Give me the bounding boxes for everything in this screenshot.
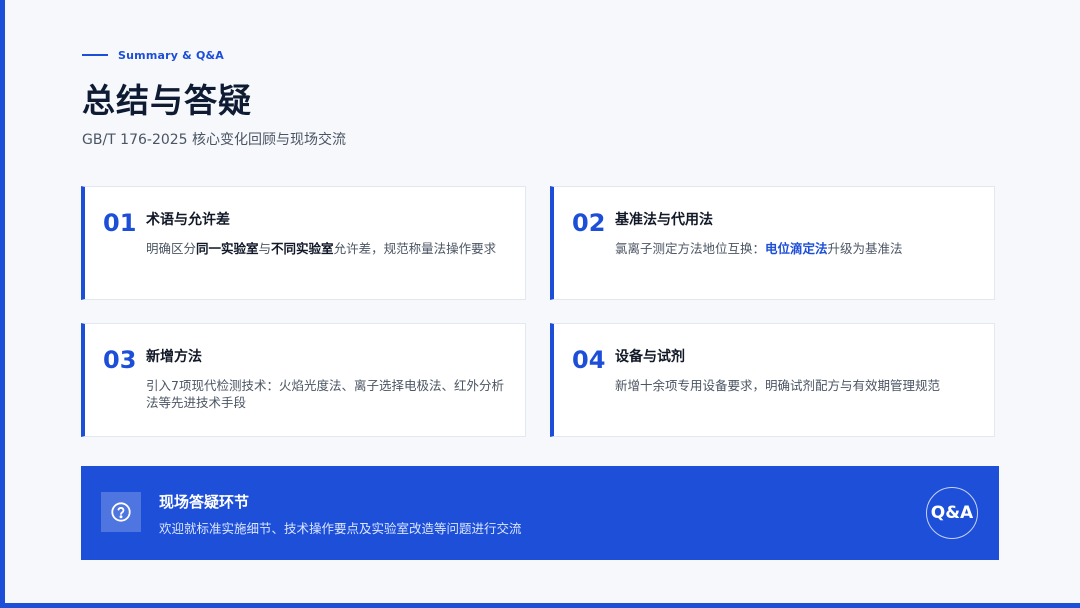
desc-emphasis: 不同实验室 bbox=[271, 241, 334, 256]
left-accent-bar bbox=[0, 0, 5, 608]
question-circle-icon bbox=[101, 492, 141, 532]
card-title: 术语与允许差 bbox=[146, 212, 230, 228]
card-title: 基准法与代用法 bbox=[615, 212, 713, 228]
summary-card-02: 02 基准法与代用法 氯离子测定方法地位互换：电位滴定法升级为基准法 bbox=[550, 186, 995, 300]
desc-emphasis: 同一实验室 bbox=[196, 241, 259, 256]
bottom-accent-bar bbox=[0, 603, 1080, 608]
card-number: 04 bbox=[572, 346, 606, 374]
desc-text: 氯离子测定方法地位互换： bbox=[615, 241, 766, 256]
qa-description: 欢迎就标准实施细节、技术操作要点及实验室改造等问题进行交流 bbox=[159, 521, 522, 536]
page-subtitle: GB/T 176-2025 核心变化回顾与现场交流 bbox=[82, 132, 347, 148]
desc-text: 与 bbox=[258, 241, 272, 256]
desc-text: 明确区分 bbox=[146, 241, 197, 256]
qa-title: 现场答疑环节 bbox=[159, 493, 250, 511]
card-number: 01 bbox=[103, 209, 137, 237]
card-description: 氯离子测定方法地位互换：电位滴定法升级为基准法 bbox=[615, 240, 985, 257]
kicker-text: Summary & Q&A bbox=[118, 48, 225, 62]
desc-text: 升级为基准法 bbox=[827, 241, 903, 256]
summary-card-04: 04 设备与试剂 新增十余项专用设备要求，明确试剂配方与有效期管理规范 bbox=[550, 323, 995, 437]
summary-card-01: 01 术语与允许差 明确区分同一实验室与不同实验室允许差，规范称量法操作要求 bbox=[81, 186, 526, 300]
desc-text: 允许差，规范称量法操作要求 bbox=[333, 241, 497, 256]
card-description: 明确区分同一实验室与不同实验室允许差，规范称量法操作要求 bbox=[146, 240, 516, 257]
qa-banner: 现场答疑环节 欢迎就标准实施细节、技术操作要点及实验室改造等问题进行交流 Q&A bbox=[81, 466, 999, 560]
summary-card-03: 03 新增方法 引入7项现代检测技术：火焰光度法、离子选择电极法、红外分析法等先… bbox=[81, 323, 526, 437]
card-description: 新增十余项专用设备要求，明确试剂配方与有效期管理规范 bbox=[615, 378, 941, 393]
section-kicker: Summary & Q&A bbox=[82, 47, 224, 63]
card-title: 新增方法 bbox=[146, 349, 202, 365]
kicker-line bbox=[82, 54, 108, 56]
desc-highlight: 电位滴定法 bbox=[765, 241, 828, 256]
card-number: 02 bbox=[572, 209, 606, 237]
card-number: 03 bbox=[103, 346, 137, 374]
page-title: 总结与答疑 bbox=[82, 81, 252, 120]
card-description: 引入7项现代检测技术：火焰光度法、离子选择电极法、红外分析法等先进技术手段 bbox=[146, 378, 504, 410]
card-title: 设备与试剂 bbox=[615, 349, 685, 365]
qa-badge: Q&A bbox=[926, 487, 978, 539]
